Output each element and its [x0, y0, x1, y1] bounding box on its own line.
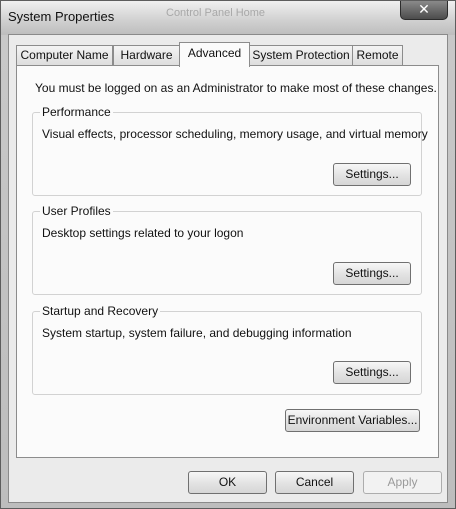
title-bar[interactable]: System Properties Control Panel Home ✕: [1, 1, 455, 35]
close-button[interactable]: ✕: [400, 1, 448, 20]
window-title: System Properties: [8, 9, 115, 24]
user-profiles-description: Desktop settings related to your logon: [42, 226, 244, 240]
performance-group: Performance Visual effects, processor sc…: [32, 105, 428, 196]
cancel-button[interactable]: Cancel: [275, 471, 354, 494]
user-profiles-settings-button[interactable]: Settings...: [333, 262, 411, 285]
tab-advanced[interactable]: Advanced: [179, 42, 250, 67]
user-profiles-group: User Profiles Desktop settings related t…: [32, 204, 422, 295]
user-profiles-group-title: User Profiles: [40, 204, 113, 218]
tab-hardware[interactable]: Hardware: [113, 45, 180, 66]
tab-computer-name[interactable]: Computer Name: [16, 45, 113, 66]
startup-recovery-settings-button[interactable]: Settings...: [333, 361, 411, 384]
performance-settings-button[interactable]: Settings...: [333, 163, 411, 186]
startup-recovery-group-title: Startup and Recovery: [40, 304, 161, 318]
performance-group-title: Performance: [40, 105, 113, 119]
startup-recovery-group: Startup and Recovery System startup, sys…: [32, 304, 422, 395]
dialog-client-area: Computer Name Hardware Advanced System P…: [8, 34, 448, 503]
tab-system-protection[interactable]: System Protection: [249, 45, 353, 66]
advanced-tab-page: You must be logged on as an Administrato…: [16, 65, 439, 458]
close-icon: ✕: [418, 1, 430, 17]
environment-variables-button[interactable]: Environment Variables...: [285, 409, 420, 432]
ok-button[interactable]: OK: [188, 471, 267, 494]
performance-description: Visual effects, processor scheduling, me…: [42, 127, 428, 141]
apply-button[interactable]: Apply: [363, 471, 442, 494]
admin-notice: You must be logged on as an Administrato…: [35, 81, 437, 95]
background-window-title: Control Panel Home: [166, 7, 266, 19]
startup-recovery-description: System startup, system failure, and debu…: [42, 326, 352, 340]
tab-remote[interactable]: Remote: [352, 45, 403, 66]
system-properties-window: System Properties Control Panel Home ✕ C…: [0, 0, 456, 509]
